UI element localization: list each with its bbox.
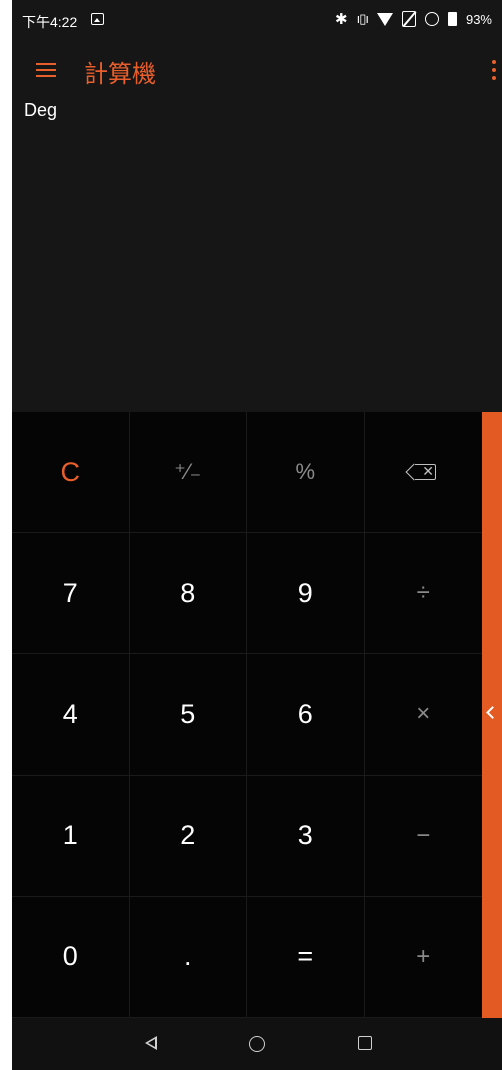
no-sim-icon — [401, 11, 416, 27]
calculator-screen: 下午4:22 ✱ ı▯ı 93% 計算機 Deg C ⁺⁄₋ % ✕ 7 8 9… — [12, 0, 502, 1070]
clear-button[interactable]: C — [12, 412, 130, 534]
multiply-button[interactable]: × — [364, 654, 482, 776]
digit-2-button[interactable]: 2 — [129, 775, 247, 897]
digit-6-button[interactable]: 6 — [247, 654, 365, 776]
menu-icon[interactable] — [36, 61, 56, 77]
wifi-icon — [376, 12, 393, 26]
digit-1-button[interactable]: 1 — [12, 775, 130, 897]
status-time: 下午4:22 — [22, 14, 78, 30]
digit-0-button[interactable]: 0 — [12, 896, 130, 1018]
digit-7-button[interactable]: 7 — [12, 533, 130, 655]
alarm-icon — [424, 12, 439, 26]
digit-4-button[interactable]: 4 — [12, 654, 130, 776]
digit-3-button[interactable]: 3 — [247, 775, 365, 897]
status-bar: 下午4:22 ✱ ı▯ı 93% — [12, 8, 502, 34]
equals-button[interactable]: = — [247, 896, 365, 1018]
backspace-icon: ✕ — [405, 463, 437, 481]
status-icons: ✱ ı▯ı 93% — [335, 10, 492, 28]
plus-minus-button[interactable]: ⁺⁄₋ — [129, 412, 247, 534]
more-options-icon[interactable] — [492, 60, 496, 82]
decimal-button[interactable]: . — [129, 896, 247, 1018]
app-bar: 計算機 — [12, 52, 502, 92]
vibrate-icon: ı▯ı — [356, 11, 369, 26]
battery-icon — [447, 12, 457, 26]
app-title: 計算機 — [84, 60, 156, 88]
recents-icon[interactable] — [358, 1036, 372, 1050]
digit-9-button[interactable]: 9 — [247, 533, 365, 655]
gallery-icon — [91, 13, 104, 25]
minus-button[interactable]: − — [364, 776, 482, 897]
divide-button[interactable]: ÷ — [364, 533, 482, 655]
keypad: C ⁺⁄₋ % ✕ 7 8 9 ÷ 4 5 6 × 1 2 3 − 0 . = … — [12, 412, 482, 1018]
plus-button[interactable]: + — [364, 897, 482, 1018]
battery-percent: 93% — [465, 11, 492, 27]
back-icon[interactable] — [145, 1036, 157, 1050]
digit-8-button[interactable]: 8 — [129, 533, 247, 655]
bluetooth-icon: ✱ — [335, 11, 348, 28]
angle-mode-label[interactable]: Deg — [24, 100, 57, 121]
backspace-button[interactable]: ✕ — [364, 412, 482, 534]
navigation-bar — [12, 1018, 502, 1070]
digit-5-button[interactable]: 5 — [129, 654, 247, 776]
percent-button[interactable]: % — [247, 412, 365, 534]
scientific-panel-handle[interactable] — [482, 412, 502, 1018]
home-icon[interactable] — [249, 1036, 265, 1052]
chevron-left-icon — [486, 706, 499, 719]
